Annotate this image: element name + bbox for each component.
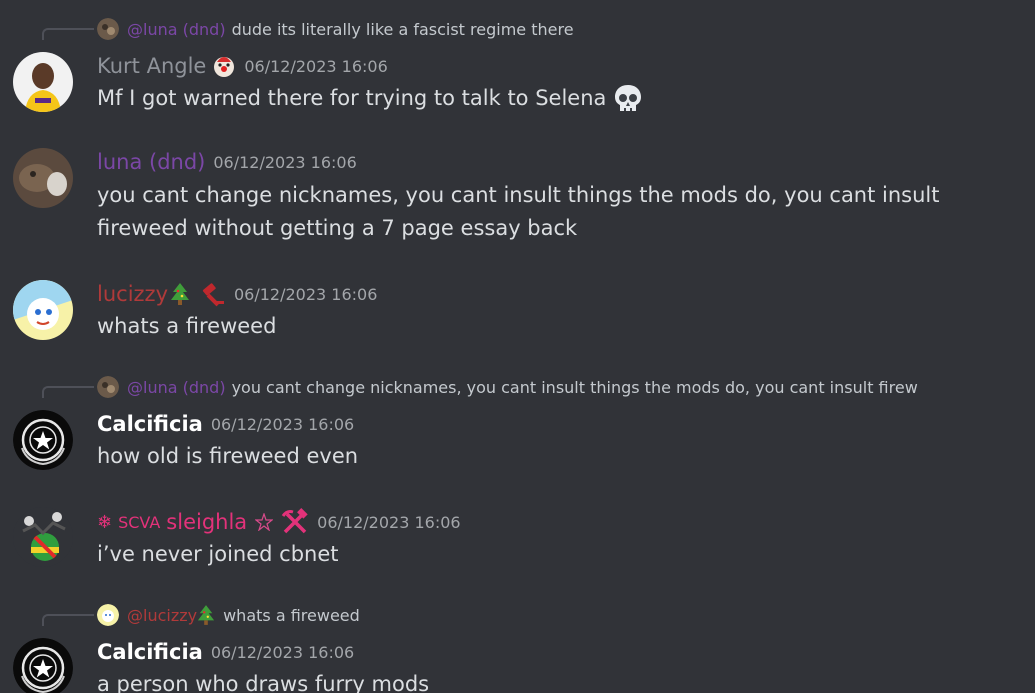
clown-role-icon	[212, 54, 236, 78]
message-text: you cant change nicknames, you cant insu…	[97, 183, 940, 240]
reply-author[interactable]: @luna (dnd)	[127, 378, 226, 397]
author-prefix: ❄	[97, 511, 113, 533]
gavel-role-icon	[200, 281, 226, 307]
reply-avatar-icon	[97, 18, 119, 40]
reply-preview[interactable]: @luna (dnd) you cant change nicknames, y…	[97, 375, 987, 399]
reply-preview[interactable]: @lucizzy whats a fireweed	[97, 603, 987, 627]
calcificia-avatar-icon	[13, 410, 73, 470]
reply-connector	[42, 614, 94, 626]
message-header: ❄ SCVA sleighla 06/12/2023 16:06	[97, 508, 461, 536]
author-name[interactable]: lucizzy	[97, 282, 168, 306]
reply-avatar-icon	[97, 604, 119, 626]
author-name[interactable]: Calcificia	[97, 640, 203, 664]
sleighla-avatar-icon	[13, 507, 73, 567]
author-name[interactable]: Calcificia	[97, 412, 203, 436]
message-content: whats a fireweed	[97, 310, 977, 343]
message-header: Calcificia 06/12/2023 16:06	[97, 410, 354, 438]
christmas-tree-icon	[197, 604, 215, 626]
message-header: lucizzy 06/12/2023 16:06	[97, 280, 377, 308]
message-text: i’ve never joined cbnet	[97, 542, 339, 566]
timestamp: 06/12/2023 16:06	[210, 414, 355, 434]
message-content: Mf I got warned there for trying to talk…	[97, 82, 977, 115]
author-name[interactable]: luna (dnd)	[97, 150, 205, 174]
timestamp: 06/12/2023 16:06	[210, 642, 355, 662]
reply-avatar-icon	[97, 376, 119, 398]
reply-preview[interactable]: @luna (dnd) dude its literally like a fa…	[97, 17, 987, 41]
reply-connector	[42, 28, 94, 40]
message-content: how old is fireweed even	[97, 440, 977, 473]
reply-connector	[42, 386, 94, 398]
reply-text: whats a fireweed	[223, 605, 360, 625]
reply-text: you cant change nicknames, you cant insu…	[231, 377, 918, 397]
message-text: whats a fireweed	[97, 314, 277, 338]
skull-icon	[615, 85, 642, 111]
message-text: a person who draws furry mods	[97, 672, 430, 693]
author-name[interactable]: sleighla	[166, 510, 247, 534]
message-content: you cant change nicknames, you cant insu…	[97, 179, 977, 245]
timestamp: 06/12/2023 16:06	[244, 56, 388, 76]
timestamp: 06/12/2023 16:06	[213, 152, 357, 172]
luna-avatar-icon	[13, 148, 73, 208]
reply-text: dude its literally like a fascist regime…	[231, 19, 574, 39]
avatar[interactable]	[13, 52, 73, 112]
avatar[interactable]	[13, 410, 73, 470]
message-text: how old is fireweed even	[97, 444, 359, 468]
chat-message-list: @luna (dnd) dude its literally like a fa…	[0, 0, 1035, 693]
timestamp: 06/12/2023 16:06	[234, 284, 378, 304]
christmas-tree-icon	[170, 282, 190, 306]
lucizzy-avatar-icon	[13, 280, 73, 340]
avatar[interactable]	[13, 507, 73, 567]
author-tag: SCVA	[118, 512, 161, 532]
author-name[interactable]: Kurt Angle	[97, 54, 206, 78]
avatar[interactable]	[13, 148, 73, 208]
avatar[interactable]	[13, 280, 73, 340]
pentagram-icon	[255, 513, 274, 531]
message-content: i’ve never joined cbnet	[97, 538, 977, 571]
avatar[interactable]	[13, 638, 73, 693]
message-header: luna (dnd) 06/12/2023 16:06	[97, 148, 357, 176]
reply-author[interactable]: @luna (dnd)	[127, 20, 226, 39]
timestamp: 06/12/2023 16:06	[317, 512, 461, 532]
reply-author[interactable]: @lucizzy	[127, 606, 197, 625]
message-content: a person who draws furry mods	[97, 668, 977, 693]
message-header: Kurt Angle 06/12/2023 16:06	[97, 52, 388, 80]
calcificia-avatar-icon	[13, 638, 73, 693]
kurt-avatar-icon	[13, 52, 73, 112]
message-header: Calcificia 06/12/2023 16:06	[97, 638, 354, 666]
message-text: Mf I got warned there for trying to talk…	[97, 86, 607, 110]
hammer-pick-role-icon	[281, 508, 309, 536]
